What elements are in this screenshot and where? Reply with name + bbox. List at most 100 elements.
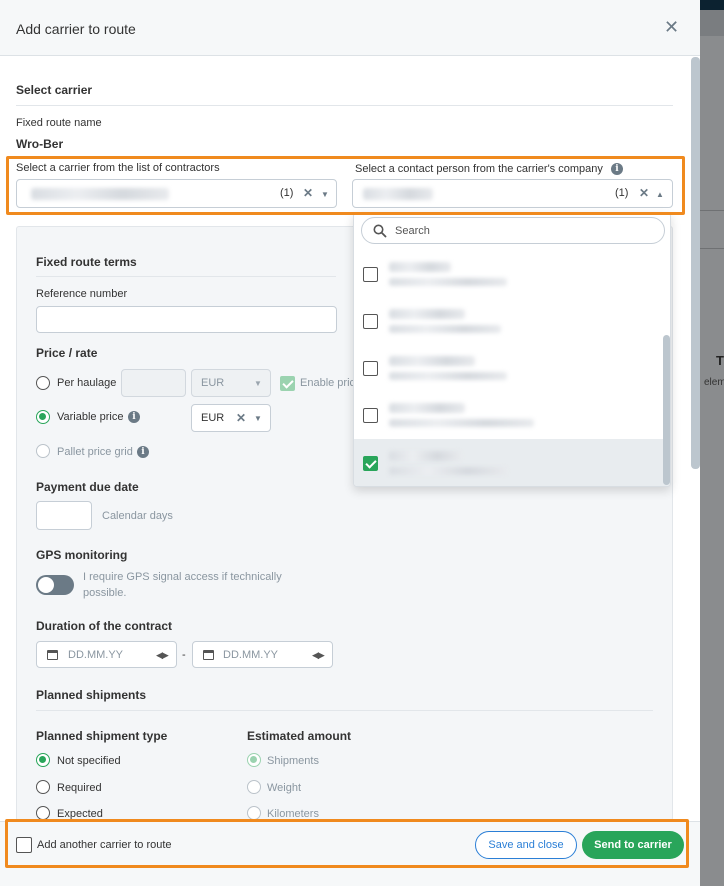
carrier-select-label: Select a carrier from the list of contra… xyxy=(16,162,220,174)
route-terms-title: Fixed route terms xyxy=(36,255,137,269)
add-another-carrier-checkbox[interactable] xyxy=(16,837,32,853)
date-placeholder: DD.MM.YY xyxy=(68,649,123,661)
option-name xyxy=(389,309,465,319)
contact-option[interactable] xyxy=(354,250,670,297)
option-name xyxy=(389,356,475,366)
chevron-down-icon[interactable]: ▼ xyxy=(254,414,262,423)
variable-price-radio[interactable] xyxy=(36,410,50,424)
start-date-input[interactable]: DD.MM.YY ◀▶ xyxy=(36,641,177,668)
info-icon[interactable]: i xyxy=(137,446,149,458)
select-carrier-title: Select carrier xyxy=(16,83,93,97)
variable-currency-select[interactable]: EUR ✕ ▼ xyxy=(191,404,271,432)
option-checkbox[interactable] xyxy=(363,267,378,282)
option-checkbox[interactable] xyxy=(363,408,378,423)
save-and-close-button[interactable]: Save and close xyxy=(475,831,577,859)
chevron-down-icon[interactable]: ▼ xyxy=(321,190,329,199)
chevron-down-icon: ▼ xyxy=(254,379,262,388)
gps-toggle[interactable] xyxy=(36,575,74,595)
reference-number-input[interactable] xyxy=(36,306,337,333)
gps-monitoring-title: GPS monitoring xyxy=(36,548,128,562)
gps-description: possible. xyxy=(83,587,127,599)
dropdown-search[interactable]: Search xyxy=(361,217,665,244)
estimated-amount-title: Estimated amount xyxy=(247,729,352,743)
gps-description: I require GPS signal access if technical… xyxy=(83,571,282,583)
divider xyxy=(16,105,673,106)
kilometers-radio[interactable] xyxy=(247,806,261,820)
calendar-icon xyxy=(47,650,58,660)
end-date-input[interactable]: DD.MM.YY ◀▶ xyxy=(192,641,333,668)
option-detail xyxy=(389,419,534,427)
background-divider xyxy=(700,248,724,249)
option-name xyxy=(389,451,461,461)
add-carrier-modal: Add carrier to route ✕ Select carrier Fi… xyxy=(0,0,700,886)
chevron-up-icon[interactable]: ▲ xyxy=(656,190,664,199)
option-detail xyxy=(389,278,507,286)
weight-radio[interactable] xyxy=(247,780,261,794)
expected-radio[interactable] xyxy=(36,806,50,820)
modal-scrollbar-thumb[interactable] xyxy=(691,57,700,469)
option-name xyxy=(389,262,451,272)
add-another-carrier-label: Add another carrier to route xyxy=(37,839,172,851)
payment-due-title: Payment due date xyxy=(36,480,139,494)
calendar-days-label: Calendar days xyxy=(102,510,173,522)
currency-value: EUR xyxy=(201,412,225,424)
send-to-carrier-button[interactable]: Send to carrier xyxy=(582,831,684,859)
date-placeholder: DD.MM.YY xyxy=(223,649,278,661)
clear-icon[interactable]: ✕ xyxy=(236,411,246,425)
contact-person-select[interactable]: (1) ✕ ▲ xyxy=(352,179,673,208)
dropdown-scrollbar[interactable] xyxy=(663,335,670,485)
background-page xyxy=(700,36,724,886)
info-icon[interactable]: i xyxy=(128,411,140,423)
shipment-type-label: Not specified xyxy=(57,755,121,767)
shipment-type-title: Planned shipment type xyxy=(36,729,168,743)
contact-option-selected[interactable] xyxy=(354,439,670,486)
modal-header: Add carrier to route ✕ xyxy=(0,0,700,56)
per-haulage-radio[interactable] xyxy=(36,376,50,390)
estimated-option-label: Weight xyxy=(267,782,302,794)
stepper-arrows-icon[interactable]: ◀▶ xyxy=(312,650,325,661)
contact-option[interactable] xyxy=(354,297,670,344)
route-name-value: Wro-Ber xyxy=(16,137,64,151)
estimated-option-label: Kilometers xyxy=(267,808,319,820)
stepper-arrows-icon[interactable]: ◀▶ xyxy=(156,650,169,661)
not-specified-radio[interactable] xyxy=(36,753,50,767)
contact-selected-count: (1) xyxy=(615,187,629,199)
carrier-select[interactable]: (1) ✕ ▼ xyxy=(16,179,337,208)
carrier-selected-count: (1) xyxy=(280,187,294,199)
modal-title: Add carrier to route xyxy=(16,21,136,37)
option-checkbox[interactable] xyxy=(363,361,378,376)
background-text: T xyxy=(716,353,724,368)
variable-price-label: Variable price xyxy=(57,411,124,423)
info-icon[interactable]: i xyxy=(611,163,623,175)
required-radio[interactable] xyxy=(36,780,50,794)
reference-number-label: Reference number xyxy=(36,288,128,300)
calendar-icon xyxy=(203,650,214,660)
option-checkbox[interactable] xyxy=(363,314,378,329)
enable-price-checkbox[interactable] xyxy=(280,376,295,391)
pallet-price-grid-radio[interactable] xyxy=(36,444,50,458)
price-rate-title: Price / rate xyxy=(36,346,98,360)
background-divider xyxy=(700,210,724,211)
enable-price-label: Enable pric xyxy=(300,377,356,389)
per-haulage-currency-select[interactable]: EUR ▼ xyxy=(191,369,271,397)
planned-shipments-title: Planned shipments xyxy=(36,688,147,702)
contact-option[interactable] xyxy=(354,391,670,438)
contract-duration-title: Duration of the contract xyxy=(36,619,173,633)
option-checkbox[interactable] xyxy=(363,456,378,471)
clear-icon[interactable]: ✕ xyxy=(303,186,313,200)
selected-contact-value xyxy=(363,188,433,200)
shipments-radio[interactable] xyxy=(247,753,261,767)
search-icon xyxy=(373,224,387,238)
contact-option[interactable] xyxy=(354,344,670,391)
clear-icon[interactable]: ✕ xyxy=(639,186,649,200)
payment-days-input[interactable] xyxy=(36,501,92,530)
per-haulage-label: Per haulage xyxy=(57,377,117,389)
selected-carrier-value xyxy=(31,188,169,200)
per-haulage-price-input[interactable] xyxy=(121,369,186,397)
currency-value: EUR xyxy=(201,377,225,389)
date-separator: - xyxy=(182,649,186,661)
estimated-option-label: Shipments xyxy=(267,755,319,767)
option-detail xyxy=(389,372,507,380)
option-detail xyxy=(389,325,501,333)
close-icon[interactable]: ✕ xyxy=(664,17,679,38)
